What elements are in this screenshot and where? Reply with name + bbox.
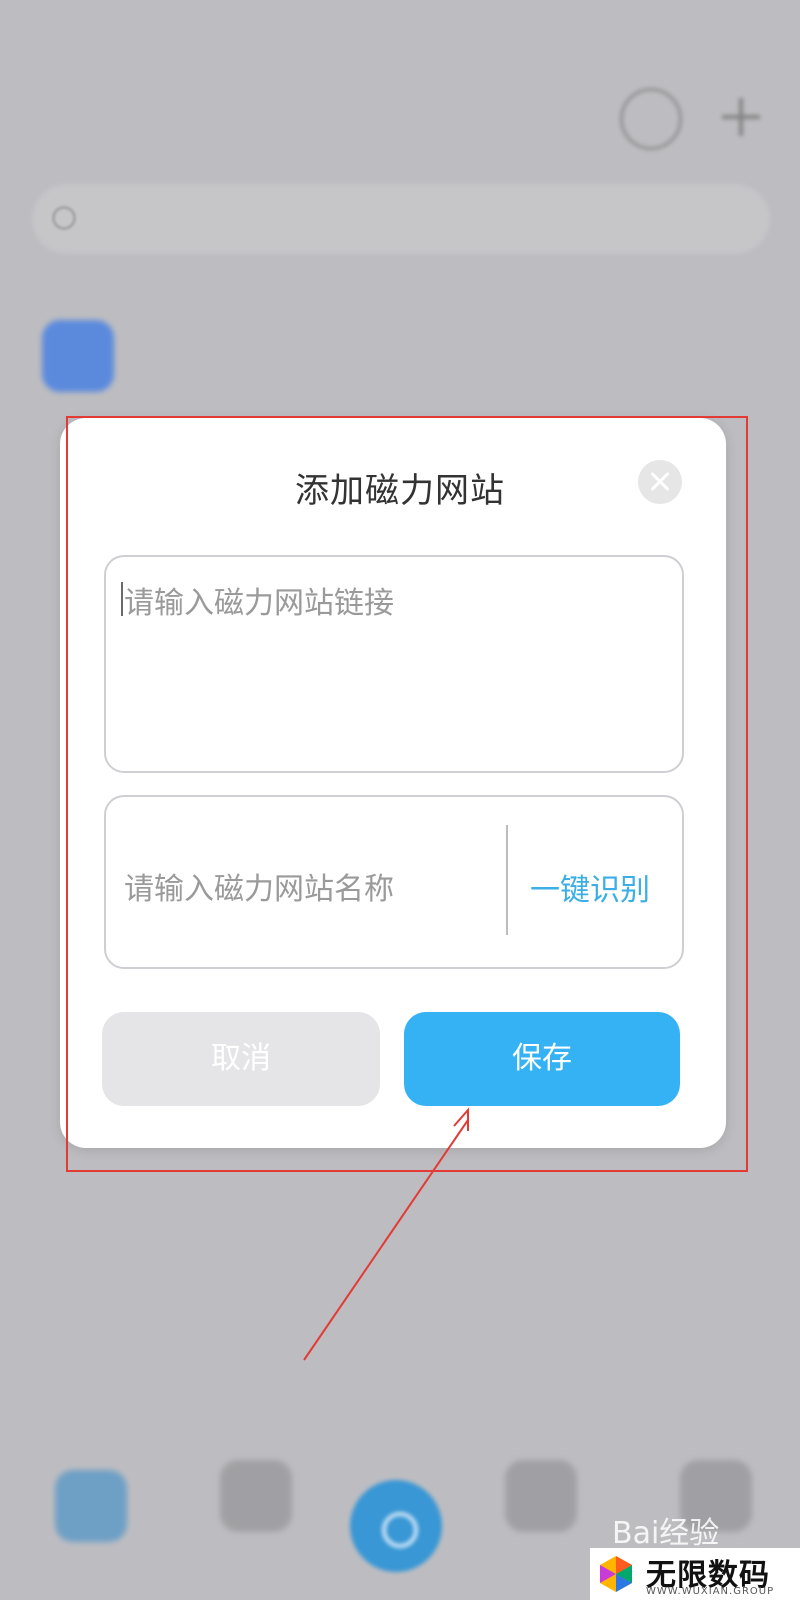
site-name-placeholder: 请输入磁力网站名称 [124,872,394,907]
brand-logo-icon [600,1556,632,1592]
baidu-logo-icon [42,320,114,392]
nav-tab-icon[interactable] [505,1460,577,1532]
nav-center-button[interactable] [350,1480,442,1572]
baidu-watermark: Bai经验 [612,1516,720,1551]
nav-document-icon[interactable] [220,1460,292,1532]
nav-home-icon[interactable] [55,1470,127,1542]
save-button[interactable]: 保存 [404,1012,680,1106]
brand-url: WWW.WUXIAN.GROUP [646,1586,775,1597]
history-icon[interactable] [620,88,682,150]
one-click-recognize-button[interactable]: 一键识别 [530,865,650,909]
close-icon[interactable] [638,460,682,504]
background-list-item[interactable] [0,305,800,405]
site-link-placeholder: 请输入磁力网站链接 [124,586,394,621]
brand-watermark: 无限数码 WWW.WUXIAN.GROUP [590,1548,800,1600]
search-icon [52,206,76,230]
status-bar [0,0,800,58]
add-icon[interactable] [718,94,764,140]
background-search-bar[interactable] [32,184,770,254]
input-divider [506,825,508,935]
text-caret [121,582,123,616]
cancel-button[interactable]: 取消 [102,1012,380,1106]
